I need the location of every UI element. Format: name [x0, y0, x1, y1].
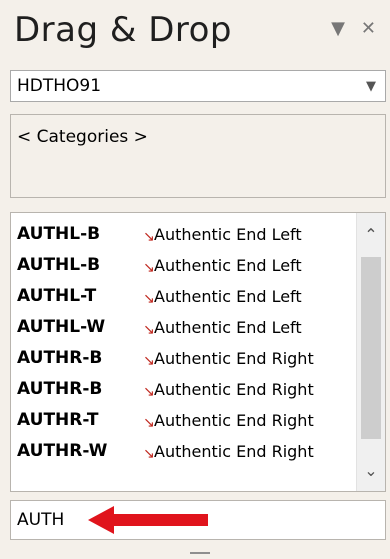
item-marker-icon: ↘	[143, 353, 155, 369]
item-code: AUTHR-T	[17, 410, 99, 430]
item-marker-icon: ↘	[143, 260, 155, 276]
categories-area[interactable]: < Categories >	[10, 114, 386, 198]
item-code: AUTHR-B	[17, 379, 103, 399]
catalog-combo-value: HDTHO91	[17, 76, 102, 96]
item-code: AUTHL-W	[17, 317, 106, 337]
item-marker-icon: ↘	[143, 415, 155, 431]
list-item[interactable]: AUTHR-B ↘ Authentic End Right	[11, 374, 351, 404]
item-code: AUTHL-B	[17, 224, 101, 244]
chevron-down-icon[interactable]: ⌄	[357, 455, 385, 485]
item-code: AUTHR-W	[17, 441, 108, 461]
item-description: Authentic End Right	[154, 410, 314, 430]
item-description: Authentic End Left	[154, 317, 302, 337]
close-icon[interactable]: ✕	[361, 20, 376, 38]
item-description: Authentic End Right	[154, 441, 314, 461]
item-description: Authentic End Left	[154, 286, 302, 306]
categories-label[interactable]: < Categories >	[17, 127, 148, 147]
list-scrollbar[interactable]: ⌃ ⌄	[356, 213, 385, 491]
panel-title: Drag & Drop	[14, 10, 232, 50]
item-code: AUTHR-B	[17, 348, 103, 368]
list-item[interactable]: AUTHR-W ↘ Authentic End Right	[11, 436, 351, 466]
item-description: Authentic End Right	[154, 379, 314, 399]
scrollbar-thumb[interactable]	[361, 257, 381, 439]
pin-dropdown-icon[interactable]: ▼	[331, 20, 345, 38]
list-item[interactable]: AUTHL-T ↘ Authentic End Left	[11, 281, 351, 311]
list-item[interactable]: AUTHL-B ↘ Authentic End Left	[11, 219, 351, 249]
search-input-value: AUTH	[17, 510, 65, 530]
list-item[interactable]: AUTHL-B ↘ Authentic End Left	[11, 250, 351, 280]
item-code: AUTHL-T	[17, 286, 97, 306]
item-description: Authentic End Left	[154, 224, 302, 244]
item-description: Authentic End Right	[154, 348, 314, 368]
drag-drop-panel: Drag & Drop ▼ ✕ HDTHO91 ▼ < Categories >…	[0, 0, 390, 559]
item-description: Authentic End Left	[154, 255, 302, 275]
item-marker-icon: ↘	[143, 384, 155, 400]
list-item[interactable]: AUTHL-W ↘ Authentic End Left	[11, 312, 351, 342]
item-code: AUTHL-B	[17, 255, 101, 275]
item-marker-icon: ↘	[143, 291, 155, 307]
annotation-arrow-icon	[88, 506, 208, 534]
splitter-grip[interactable]	[190, 552, 210, 554]
title-controls: ▼ ✕	[331, 20, 376, 38]
item-marker-icon: ↘	[143, 229, 155, 245]
item-list[interactable]: AUTHL-B ↘ Authentic End Left AUTHL-B ↘ Authen…	[10, 212, 386, 492]
chevron-down-icon[interactable]: ▼	[357, 71, 385, 101]
item-marker-icon: ↘	[143, 322, 155, 338]
item-marker-icon: ↘	[143, 446, 155, 462]
list-item[interactable]: AUTHR-B ↘ Authentic End Right	[11, 343, 351, 373]
chevron-up-icon[interactable]: ⌃	[357, 219, 385, 249]
list-item[interactable]: AUTHR-T ↘ Authentic End Right	[11, 405, 351, 435]
catalog-combo[interactable]: HDTHO91 ▼	[10, 70, 386, 102]
